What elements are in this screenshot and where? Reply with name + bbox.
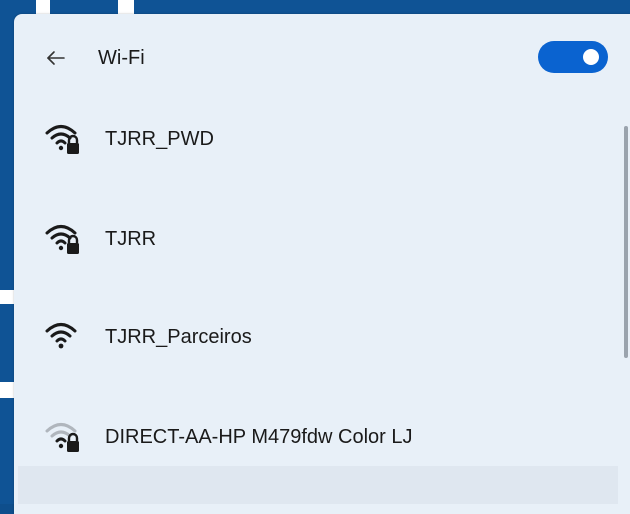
background-window-fragment [0, 290, 14, 304]
network-name: TJRR_Parceiros [105, 326, 252, 348]
network-name: DIRECT-AA-HP M479fdw Color LJ [105, 426, 413, 448]
wifi-secured-icon [44, 416, 84, 456]
network-item-direct-aa-hp[interactable]: DIRECT-AA-HP M479fdw Color LJ [14, 402, 614, 472]
network-item-tjrr-pwd[interactable]: TJRR_PWD [14, 104, 614, 174]
wifi-icon [44, 316, 84, 356]
wifi-header: Wi-Fi [14, 14, 630, 104]
wifi-secured-icon [44, 218, 84, 258]
background-window-fragment [118, 0, 134, 14]
network-item-tjrr[interactable]: TJRR [14, 204, 614, 274]
wifi-flyout-panel: Wi-Fi TJRR_PWD TJRR TJRR_Parceiros DIREC… [14, 14, 630, 514]
background-window-fragment [0, 382, 14, 398]
arrow-left-icon[interactable] [42, 44, 70, 72]
page-title: Wi-Fi [98, 47, 145, 69]
wifi-toggle[interactable] [538, 41, 608, 73]
toggle-knob [583, 49, 599, 65]
scrollbar[interactable] [624, 126, 628, 358]
network-name: TJRR [105, 228, 157, 250]
background-window-fragment [36, 0, 50, 14]
next-item-edge [18, 466, 618, 504]
wifi-secured-icon [44, 118, 84, 158]
network-item-tjrr-parceiros[interactable]: TJRR_Parceiros [14, 302, 614, 372]
network-name: TJRR_PWD [105, 128, 214, 150]
